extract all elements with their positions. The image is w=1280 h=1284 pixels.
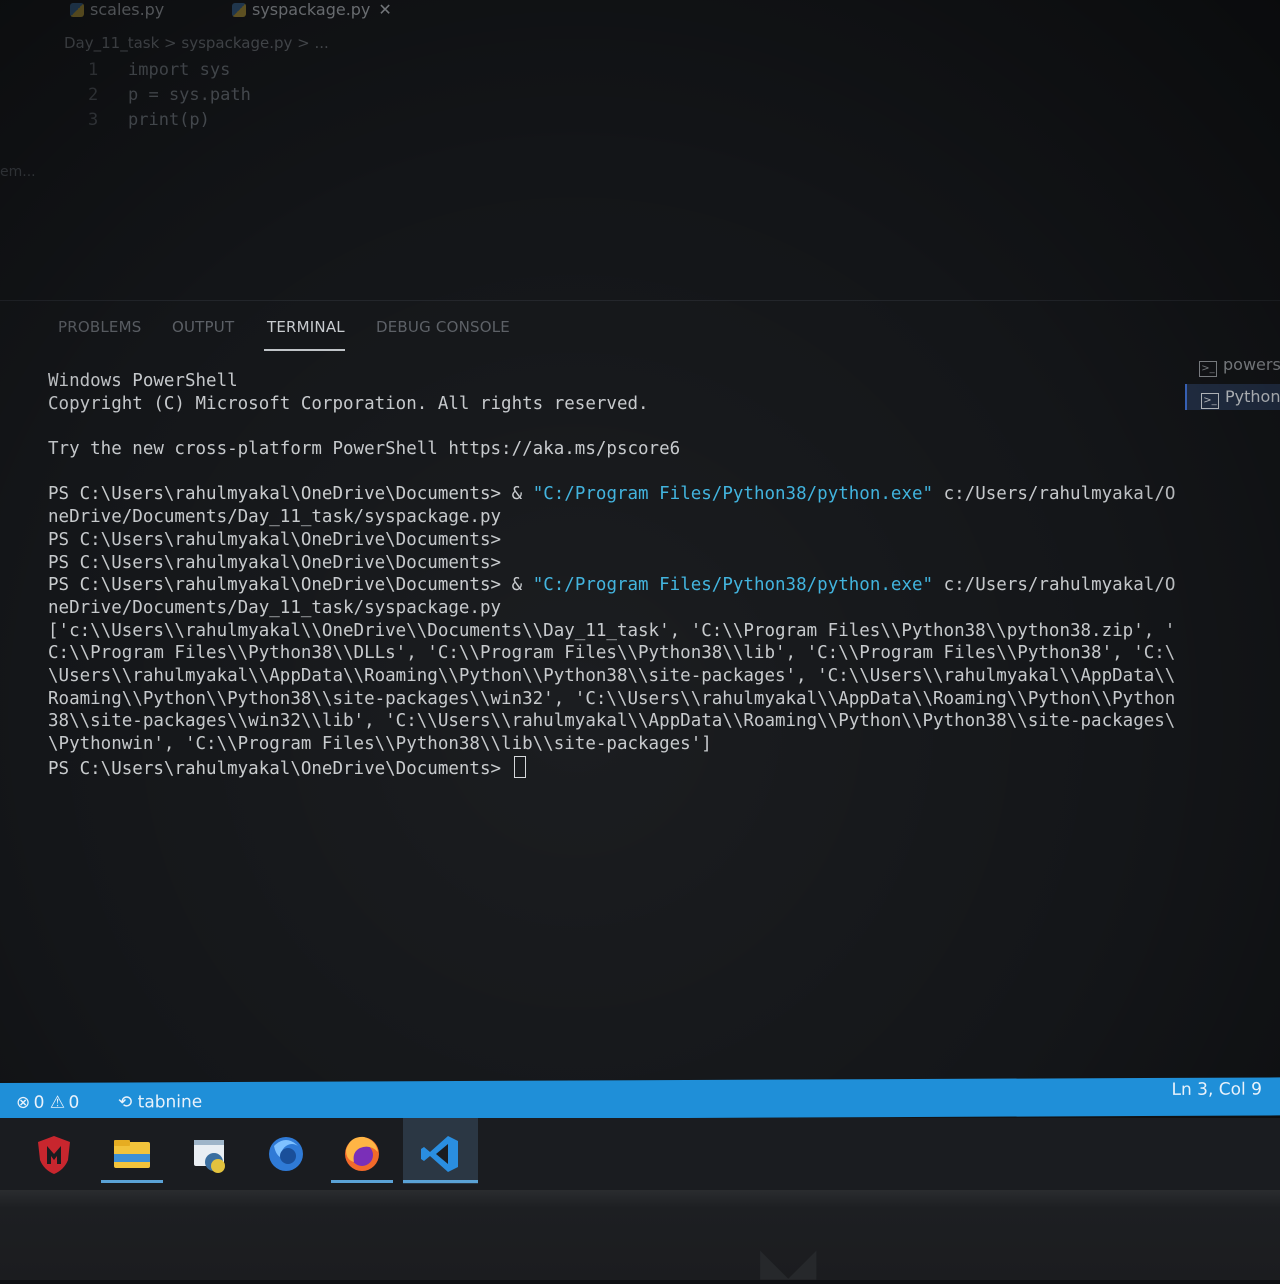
script-path: c:/Users/rahulmyakal/O bbox=[943, 484, 1176, 505]
prompt: PS C:\Users\rahulmyakal\OneDrive\Documen… bbox=[48, 575, 502, 596]
taskbar bbox=[0, 1118, 1280, 1190]
terminal-item-label: Python bbox=[1225, 387, 1280, 406]
line-number: 2 bbox=[88, 85, 99, 105]
tab-output[interactable]: OUTPUT bbox=[172, 318, 234, 336]
terminal-blank bbox=[48, 415, 1178, 438]
terminal-item-python[interactable]: >_ Python bbox=[1185, 384, 1280, 410]
warning-count: 0 bbox=[68, 1092, 80, 1113]
code-text: print(p) bbox=[128, 110, 210, 130]
terminal-line: Try the new cross-platform PowerShell ht… bbox=[48, 439, 681, 460]
screen: scales.py syspackage.py ✕ Day_11_task > s… bbox=[0, 0, 1280, 1195]
tab-scales[interactable]: scales.py bbox=[70, 0, 164, 22]
warning-icon: ⚠ bbox=[49, 1092, 66, 1113]
terminal-output-line: Roaming\\Python\\Python38\\site-packages… bbox=[48, 688, 1176, 709]
tab-problems[interactable]: PROBLEMS bbox=[58, 318, 141, 336]
mcafee-shield-icon[interactable] bbox=[32, 1132, 76, 1176]
monitor-bezel bbox=[0, 1190, 1280, 1280]
terminal-line: neDrive/Documents/Day_11_task/syspackage… bbox=[48, 507, 502, 528]
tab-label: scales.py bbox=[90, 0, 165, 19]
problems-status[interactable]: ⊗ 0 ⚠ 0 bbox=[16, 1093, 79, 1113]
terminal-output[interactable]: Windows PowerShell Copyright (C) Microso… bbox=[48, 370, 1178, 779]
terminal-output-line: 38\\site-packages\\win32\\lib', 'C:\\Use… bbox=[48, 711, 1176, 732]
terminal-prompt-line: PS C:\Users\rahulmyakal\OneDrive\Documen… bbox=[48, 552, 502, 573]
sidebar-edge-text: em... bbox=[0, 164, 36, 180]
monitor-logo: ◣◢ bbox=[760, 1240, 816, 1284]
error-count: 0 bbox=[33, 1092, 45, 1113]
prompt: PS C:\Users\rahulmyakal\OneDrive\Documen… bbox=[48, 758, 502, 779]
terminal-current-prompt: PS C:\Users\rahulmyakal\OneDrive\Documen… bbox=[48, 755, 1178, 779]
tab-debug-console[interactable]: DEBUG CONSOLE bbox=[376, 318, 510, 336]
terminal-line: Copyright (C) Microsoft Corporation. All… bbox=[48, 393, 649, 414]
terminal-icon: >_ bbox=[1199, 361, 1217, 377]
terminal-output-line: ['c:\\Users\\rahulmyakal\\OneDrive\\Docu… bbox=[48, 620, 1176, 641]
code-text: p = sys.path bbox=[128, 85, 251, 105]
ampersand: & bbox=[511, 575, 523, 596]
ampersand: & bbox=[511, 484, 523, 505]
terminal-output-line: \Pythonwin', 'C:\\Program Files\\Python3… bbox=[48, 734, 712, 754]
terminal-blank bbox=[48, 461, 1178, 484]
terminal-line: neDrive/Documents/Day_11_task/syspackage… bbox=[48, 597, 502, 618]
firefox-icon[interactable] bbox=[340, 1132, 384, 1176]
code-line: 2 p = sys.path bbox=[88, 83, 251, 108]
firefox-blue-icon[interactable] bbox=[264, 1132, 308, 1176]
python-file-icon bbox=[232, 3, 246, 17]
firefox-running-indicator bbox=[331, 1180, 393, 1183]
terminal-line: Windows PowerShell bbox=[48, 371, 238, 391]
status-bar: ⊗ 0 ⚠ 0 ⟲ tabnine Ln 3, Col 9 bbox=[0, 1077, 1280, 1121]
python-exe-path: "C:/Program Files/Python38/python.exe" bbox=[532, 575, 934, 596]
terminal-command-line: PS C:\Users\rahulmyakal\OneDrive\Documen… bbox=[48, 483, 1178, 506]
python-exe-path: "C:/Program Files/Python38/python.exe" bbox=[532, 484, 934, 505]
cursor-position[interactable]: Ln 3, Col 9 bbox=[1172, 1079, 1263, 1099]
terminal-item-powershell[interactable]: >_ powershell bbox=[1185, 352, 1280, 378]
terminal-cursor bbox=[513, 755, 526, 778]
error-icon: ⊗ bbox=[16, 1092, 31, 1113]
active-tab-indicator bbox=[264, 349, 345, 351]
code-line: 1 import sys bbox=[88, 58, 251, 83]
terminal-output-line: \Users\\rahulmyakal\\AppData\\Roaming\\P… bbox=[48, 665, 1176, 686]
terminal-item-label: powershell bbox=[1223, 355, 1280, 374]
vscode-running-indicator bbox=[403, 1180, 478, 1183]
line-number: 3 bbox=[88, 110, 99, 130]
script-path: c:/Users/rahulmyakal/O bbox=[943, 575, 1176, 596]
tab-label: syspackage.py bbox=[252, 0, 371, 19]
file-explorer-icon[interactable] bbox=[110, 1132, 154, 1176]
code-text: import sys bbox=[128, 60, 231, 80]
terminal-list: >_ powershell >_ Python bbox=[1185, 352, 1280, 410]
python-file-icon bbox=[70, 3, 84, 17]
line-number: 1 bbox=[88, 60, 99, 80]
tabnine-icon: ⟲ bbox=[118, 1092, 133, 1113]
breadcrumb[interactable]: Day_11_task > syspackage.py > ... bbox=[64, 34, 329, 52]
tab-terminal[interactable]: TERMINAL bbox=[267, 318, 345, 336]
terminal-prompt-line: PS C:\Users\rahulmyakal\OneDrive\Documen… bbox=[48, 529, 502, 550]
tab-syspackage[interactable]: syspackage.py ✕ bbox=[232, 0, 392, 22]
code-line: 3 print(p) bbox=[88, 108, 251, 133]
editor-tabs: scales.py syspackage.py ✕ bbox=[0, 0, 1280, 22]
prompt: PS C:\Users\rahulmyakal\OneDrive\Documen… bbox=[48, 484, 502, 505]
code-editor[interactable]: 1 import sys 2 p = sys.path 3 print(p) bbox=[88, 58, 251, 133]
terminal-command-line: PS C:\Users\rahulmyakal\OneDrive\Documen… bbox=[48, 574, 1178, 597]
close-icon[interactable]: ✕ bbox=[378, 0, 391, 19]
vscode-icon[interactable] bbox=[418, 1132, 462, 1176]
tabnine-label: tabnine bbox=[137, 1092, 203, 1113]
python-idle-icon[interactable] bbox=[188, 1132, 232, 1176]
tabnine-status[interactable]: ⟲ tabnine bbox=[118, 1092, 202, 1112]
terminal-icon: >_ bbox=[1201, 393, 1219, 409]
file-explorer-running-indicator bbox=[101, 1180, 163, 1183]
editor-area: scales.py syspackage.py ✕ Day_11_task > s… bbox=[0, 0, 1280, 300]
terminal-output-line: C:\\Program Files\\Python38\\DLLs', 'C:\… bbox=[48, 643, 1176, 664]
